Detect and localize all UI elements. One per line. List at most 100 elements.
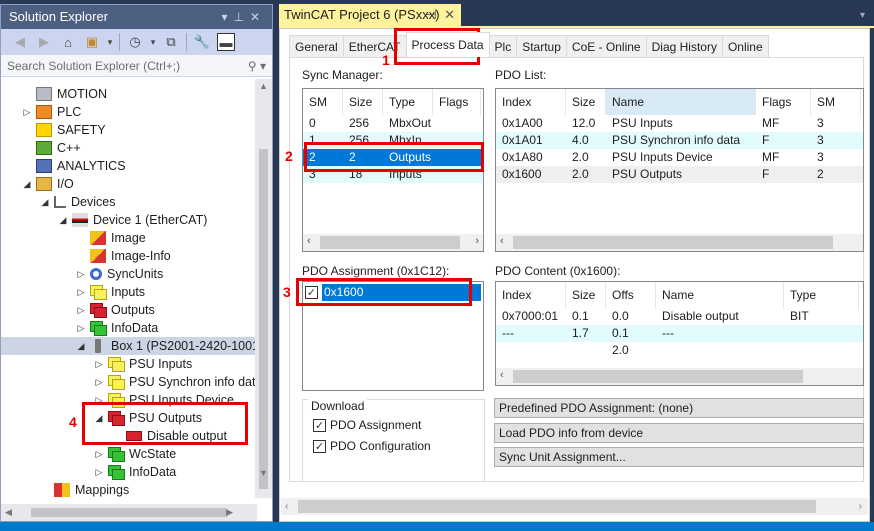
tab-plc[interactable]: Plc — [488, 35, 518, 57]
collapsed-arrow-icon[interactable]: ▷ — [93, 463, 105, 481]
collapsed-arrow-icon[interactable]: ▷ — [93, 373, 105, 391]
tab-general[interactable]: General — [289, 35, 344, 57]
tab-diag-history[interactable]: Diag History — [645, 35, 723, 57]
scroll-left-icon[interactable]: ◀ — [5, 507, 12, 518]
scroll-left-icon[interactable]: ‹ — [500, 235, 504, 247]
tree-item[interactable]: ▷ SyncUnits — [75, 265, 164, 283]
table-row[interactable]: 0x1A00 12.0 PSU Inputs MF 3 — [496, 115, 863, 132]
checkbox[interactable]: ✓ — [305, 286, 318, 299]
tab-coe-online[interactable]: CoE - Online — [565, 35, 647, 57]
tree-item[interactable]: ▷ InfoData — [75, 319, 158, 337]
scroll-down-icon[interactable]: ▼ — [259, 468, 268, 478]
home-icon[interactable]: ⌂ — [59, 33, 77, 51]
scrollbar-thumb[interactable] — [513, 370, 803, 383]
tree-item[interactable]: SAFETY — [21, 121, 106, 139]
wrench-icon[interactable]: 🔧 — [193, 33, 211, 51]
table-row[interactable]: 0x1A01 4.0 PSU Synchron info data F 3 — [496, 132, 863, 149]
tree-item[interactable]: ▷ PSU Inputs Device — [93, 391, 234, 409]
tab-startup[interactable]: Startup — [516, 35, 567, 57]
collapsed-arrow-icon[interactable]: ▷ — [93, 445, 105, 463]
tree-item[interactable]: ▷ PSU Synchron info data — [93, 373, 257, 391]
list-horizontal-scrollbar[interactable]: ‹ › — [303, 234, 483, 251]
collapsed-arrow-icon[interactable]: ▷ — [21, 103, 33, 121]
close-icon[interactable]: ✕ — [250, 10, 266, 24]
tree-item[interactable]: ◢ I/O — [21, 175, 74, 193]
collapsed-arrow-icon[interactable]: ▷ — [93, 355, 105, 373]
scroll-left-icon[interactable]: ‹ — [285, 501, 288, 512]
column-header[interactable]: Flags — [433, 89, 481, 115]
search-box[interactable]: Search Solution Explorer (Ctrl+;) ⚲ ▾ — [1, 55, 272, 77]
dropdown-icon[interactable]: ▾ — [860, 10, 865, 21]
collapsed-arrow-icon[interactable]: ▷ — [75, 265, 87, 283]
sync-manager-list[interactable]: SM Size Type Flags 0 256 MbxOut 1 256 MbxIn 2 2 Outp… — [302, 88, 484, 252]
tree-item[interactable]: Disable output — [111, 427, 227, 445]
tree-item[interactable]: ▷ PSU Inputs — [93, 355, 192, 373]
table-row[interactable]: 2.0 — [496, 342, 863, 359]
column-header[interactable]: Index — [496, 89, 566, 115]
collapse-all-icon[interactable]: ⧉ — [162, 33, 180, 51]
scrollbar-thumb[interactable] — [31, 508, 227, 517]
dropdown-icon[interactable]: ▾ — [150, 33, 156, 51]
collapsed-arrow-icon[interactable]: ▷ — [75, 319, 87, 337]
collapsed-arrow-icon[interactable]: ▷ — [93, 391, 105, 409]
load-pdo-info-button[interactable]: Load PDO info from device — [494, 423, 864, 443]
predefined-pdo-assignment-button[interactable]: Predefined PDO Assignment: (none) — [494, 398, 864, 418]
column-header[interactable]: Index — [496, 282, 566, 308]
table-row[interactable]: 0x7000:01 0.1 0.0 Disable output BIT — [496, 308, 863, 325]
tree-item[interactable]: Image — [75, 229, 146, 247]
dropdown-icon[interactable]: ▾ — [221, 10, 233, 24]
expanded-arrow-icon[interactable]: ◢ — [39, 193, 51, 211]
expanded-arrow-icon[interactable]: ◢ — [75, 337, 87, 355]
column-header[interactable]: Offs — [606, 282, 656, 308]
dropdown-icon[interactable]: ▾ — [107, 33, 113, 51]
tree-item[interactable]: ◢ Device 1 (EtherCAT) — [57, 211, 207, 229]
history-icon[interactable]: ◷ — [126, 33, 144, 51]
table-row[interactable]: 1 256 MbxIn — [303, 132, 483, 149]
column-header[interactable]: Type — [784, 282, 859, 308]
column-header[interactable]: Type — [383, 89, 433, 115]
forward-icon[interactable]: ▶ — [35, 33, 53, 51]
document-tab[interactable]: TwinCAT Project 6 (PSxxx) ⊣ ✕ — [279, 4, 461, 26]
tree-item[interactable]: ▷ PLC — [21, 103, 81, 121]
scroll-right-icon[interactable]: › — [475, 235, 479, 247]
scroll-right-icon[interactable]: › — [859, 501, 862, 512]
scrollbar-thumb[interactable] — [298, 500, 816, 513]
table-row[interactable]: 3 18 Inputs — [303, 166, 483, 183]
table-row[interactable]: 0x1600 2.0 PSU Outputs F 2 — [496, 166, 863, 183]
expanded-arrow-icon[interactable]: ◢ — [93, 409, 105, 427]
pdo-assignment-item[interactable]: ✓ 0x1600 — [305, 284, 481, 301]
search-icon[interactable]: ⚲ ▾ — [248, 59, 266, 73]
pdo-content-list[interactable]: Index Size Offs Name Type 0x7000:01 0.1 0.0 Disa… — [495, 281, 864, 386]
pin-icon[interactable]: ⊣ — [426, 7, 437, 22]
tree-item[interactable]: Image-Info — [75, 247, 171, 265]
collapsed-arrow-icon[interactable]: ▷ — [75, 283, 87, 301]
pdo-configuration-checkbox[interactable]: ✓ PDO Configuration — [313, 439, 431, 453]
scroll-up-icon[interactable]: ▲ — [259, 81, 268, 91]
tree-item[interactable]: ▷ Outputs — [75, 301, 155, 319]
table-row[interactable]: 0 256 MbxOut — [303, 115, 483, 132]
tree-item[interactable]: Mappings — [39, 481, 129, 498]
column-header[interactable]: Name — [656, 282, 784, 308]
pdo-assignment-checkbox[interactable]: ✓ PDO Assignment — [313, 418, 421, 432]
collapsed-arrow-icon[interactable]: ▷ — [75, 301, 87, 319]
preview-icon[interactable]: ▬ — [217, 33, 235, 51]
table-row[interactable]: 0x1A80 2.0 PSU Inputs Device MF 3 — [496, 149, 863, 166]
tree-item[interactable]: C++ — [21, 139, 81, 157]
close-icon[interactable]: ✕ — [444, 7, 455, 22]
sync-icon[interactable]: ▣ — [83, 33, 101, 51]
expanded-arrow-icon[interactable]: ◢ — [57, 211, 69, 229]
column-header[interactable]: Size — [566, 282, 606, 308]
scroll-right-icon[interactable]: ▶ — [226, 507, 233, 518]
table-row[interactable]: --- 1.7 0.1 --- — [496, 325, 863, 342]
column-header[interactable]: SM — [303, 89, 343, 115]
scrollbar-thumb[interactable] — [513, 236, 833, 249]
scrollbar-thumb[interactable] — [259, 149, 268, 489]
tab-ethercat[interactable]: EtherCAT — [342, 35, 407, 57]
column-header[interactable]: Size — [566, 89, 606, 115]
table-row[interactable]: 2 2 Outputs — [303, 149, 483, 166]
pdo-list[interactable]: Index Size Name Flags SM 0x1A00 12.0 PSU Inputs… — [495, 88, 864, 252]
tab-online[interactable]: Online — [721, 35, 769, 57]
column-header[interactable]: Name — [606, 89, 756, 115]
pin-icon[interactable]: ⊥ — [233, 10, 249, 24]
back-icon[interactable]: ◀ — [11, 33, 29, 51]
